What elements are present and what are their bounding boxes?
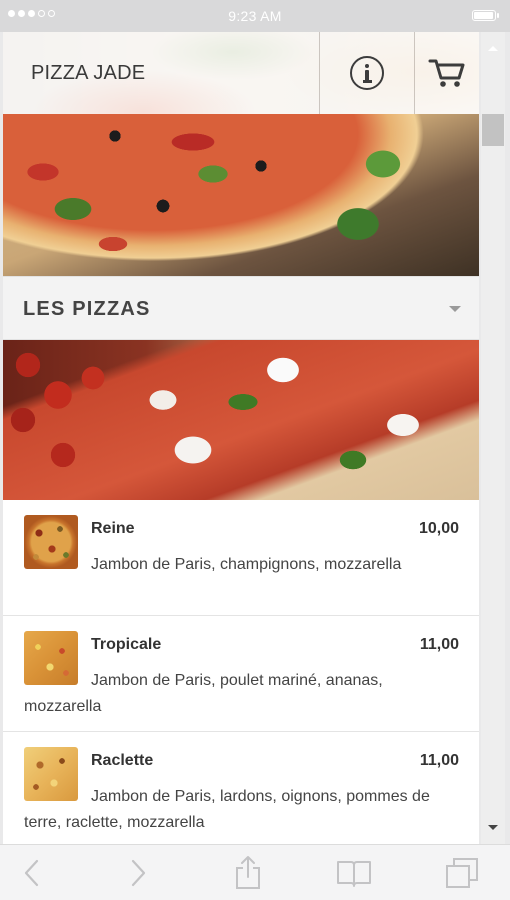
menu-item-raclette[interactable]: Raclette 11,00 Jambon de Paris, lardons,…	[3, 732, 479, 844]
tabs-icon	[446, 858, 478, 888]
status-time: 9:23 AM	[228, 8, 282, 24]
back-button[interactable]	[2, 845, 62, 900]
item-name: Tropicale	[91, 636, 162, 653]
info-icon	[350, 56, 384, 90]
app-header: PIZZA JADE	[3, 32, 479, 114]
forward-icon	[131, 859, 146, 887]
bookmarks-icon	[337, 861, 371, 887]
cart-button[interactable]	[414, 32, 479, 114]
cart-icon	[428, 59, 465, 87]
info-button[interactable]	[319, 32, 414, 114]
bookmarks-button[interactable]	[324, 845, 384, 900]
share-button[interactable]	[218, 845, 278, 900]
status-bar: 9:23 AM	[0, 0, 510, 32]
scrollbar-thumb[interactable]	[482, 114, 504, 146]
item-description: Jambon de Paris, poulet mariné, ananas, …	[24, 672, 383, 715]
section-pizza-image	[3, 340, 479, 500]
scrollbar[interactable]	[481, 32, 505, 844]
item-price: 11,00	[419, 752, 459, 769]
item-description: Jambon de Paris, champignons, mozzarella	[91, 556, 402, 573]
item-name: Raclette	[91, 752, 154, 769]
battery-icon	[472, 10, 499, 21]
item-price: 11,00	[419, 636, 459, 653]
menu-item-reine[interactable]: Reine 10,00 Jambon de Paris, champignons…	[3, 500, 479, 616]
scroll-down-icon[interactable]	[488, 825, 498, 830]
item-description: Jambon de Paris, lardons, oignons, pomme…	[24, 788, 430, 831]
browser-toolbar	[0, 844, 510, 900]
back-icon	[24, 859, 39, 887]
tabs-button[interactable]	[432, 845, 492, 900]
item-name: Reine	[91, 520, 135, 537]
section-title: LES PIZZAS	[23, 298, 151, 320]
section-header-pizzas[interactable]: LES PIZZAS	[3, 276, 479, 340]
page-content: PIZZA JADE LES PIZZAS Reine 10,00 Jambon…	[3, 32, 479, 844]
scroll-up-icon[interactable]	[488, 46, 498, 51]
chevron-down-icon	[449, 306, 461, 312]
forward-button[interactable]	[108, 845, 168, 900]
brand-title[interactable]: PIZZA JADE	[31, 62, 145, 85]
menu-item-tropicale[interactable]: Tropicale 11,00 Jambon de Paris, poulet …	[3, 616, 479, 732]
share-icon	[236, 856, 260, 889]
item-price: 10,00	[418, 520, 459, 537]
hero-pizza-image	[3, 114, 479, 276]
